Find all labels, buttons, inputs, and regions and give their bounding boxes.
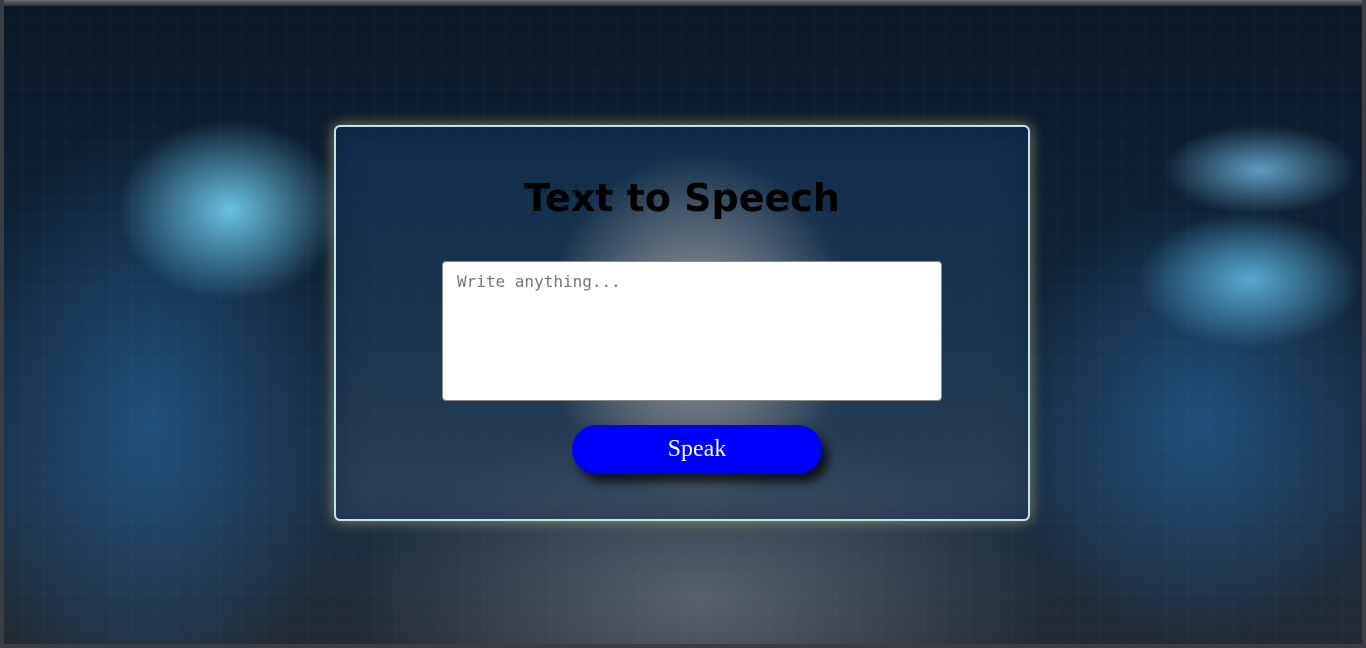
- page-title: Text to Speech: [524, 176, 840, 220]
- window-frame-left: [0, 0, 4, 648]
- text-to-speech-card: Text to Speech Speak: [334, 125, 1030, 521]
- window-frame-bottom: [0, 644, 1366, 648]
- text-input[interactable]: [442, 261, 942, 401]
- speak-button[interactable]: Speak: [572, 425, 822, 474]
- window-frame-right: [1362, 0, 1366, 648]
- window-frame-top: [0, 0, 1366, 6]
